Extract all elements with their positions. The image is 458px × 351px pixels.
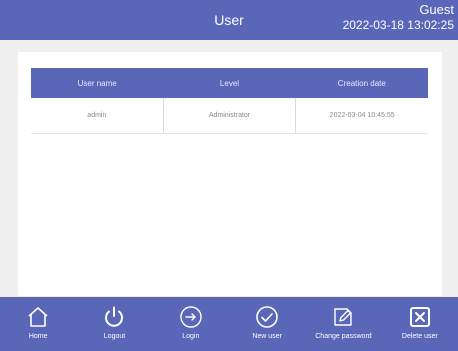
home-icon <box>26 305 50 329</box>
cell-level: Administrator <box>162 98 296 133</box>
home-button[interactable]: Home <box>0 297 76 351</box>
change-password-label: Change password <box>315 333 372 340</box>
new-user-label: New user <box>252 333 282 340</box>
datetime-display: 2022-03-18 13:02:25 <box>342 18 454 32</box>
user-list-panel: User name Level Creation date admin Admi… <box>18 52 442 296</box>
home-label: Home <box>28 333 48 340</box>
power-icon <box>102 305 126 329</box>
column-header-user-name: User name <box>77 78 117 88</box>
login-arrow-icon <box>179 305 203 329</box>
cell-user-name: admin <box>87 112 107 119</box>
table-row[interactable]: admin Administrator 2022-03-04 10:45:55 <box>31 98 428 134</box>
delete-x-icon <box>408 305 432 329</box>
logout-button[interactable]: Logout <box>76 297 152 351</box>
logout-label: Logout <box>103 333 126 340</box>
cell-creation-date: 2022-03-04 10:45:55 <box>295 98 428 133</box>
title-bar: User Guest 2022-03-18 13:02:25 <box>0 0 458 40</box>
delete-user-button[interactable]: Delete user <box>382 297 458 351</box>
new-user-button[interactable]: New user <box>229 297 305 351</box>
login-button[interactable]: Login <box>153 297 229 351</box>
login-label: Login <box>182 333 200 340</box>
current-user-label: Guest <box>419 2 454 17</box>
check-circle-icon <box>255 305 279 329</box>
table-header: User name Level Creation date <box>31 68 428 98</box>
change-password-button[interactable]: Change password <box>305 297 381 351</box>
column-header-level: Level <box>219 78 240 88</box>
delete-user-label: Delete user <box>401 333 438 340</box>
bottom-toolbar: Home Logout Login New user Change passwo… <box>0 297 458 351</box>
edit-icon <box>331 305 355 329</box>
user-table: User name Level Creation date admin Admi… <box>31 68 428 134</box>
column-header-creation-date: Creation date <box>337 78 386 88</box>
